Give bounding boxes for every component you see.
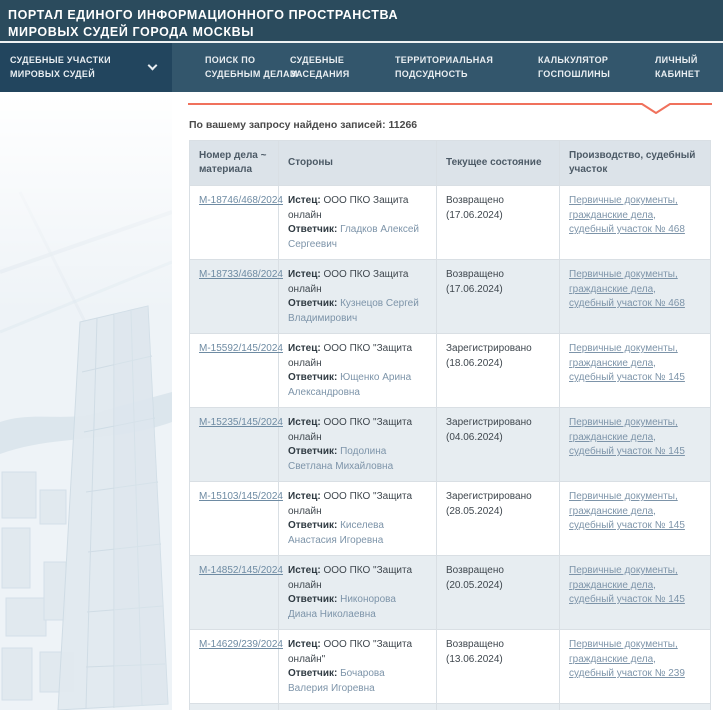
case-status: Зарегистрировано (04.06.2024) xyxy=(437,408,560,482)
case-status: Возвращено (24.04.2024) xyxy=(437,704,560,710)
party-plaintiff: Истец: ООО ПКО "Защита онлайн xyxy=(288,490,427,519)
column-header-case-number: Номер дела ~ материала xyxy=(190,141,279,186)
party-plaintiff: Истец: ООО ПКО Защита онлайн xyxy=(288,268,427,297)
column-header-status: Текущее состояние xyxy=(437,141,560,186)
city-photo-graphic xyxy=(0,92,172,710)
table-row: М-14629/239/2024 Истец: ООО ПКО "Защита … xyxy=(190,630,711,704)
production-link[interactable]: Первичные документы, гражданские дела, с… xyxy=(569,194,685,238)
nav-label-line: ТЕРРИТОРИАЛЬНАЯ xyxy=(395,54,538,68)
nav-label-line: ПОИСК ПО xyxy=(205,54,290,68)
table-row: М-15592/145/2024 Истец: ООО ПКО "Защита … xyxy=(190,334,711,408)
site-title-line1: ПОРТАЛ ЕДИНОГО ИНФОРМАЦИОННОГО ПРОСТРАНС… xyxy=(8,7,713,24)
case-number-link[interactable]: М-14629/239/2024 xyxy=(199,639,283,650)
city-aerial-photo xyxy=(0,92,172,710)
column-header-parties: Стороны xyxy=(279,141,437,186)
column-header-production: Производство, судебный участок xyxy=(560,141,711,186)
party-defendant: Ответчик: Киселева Анастасия Игоревна xyxy=(288,519,427,548)
production-link[interactable]: Первичные документы, гражданские дела, с… xyxy=(569,268,685,312)
nav-label-line: СУДЕБНЫМ ДЕЛАМ xyxy=(205,68,290,82)
party-defendant: Ответчик: Кузнецов Сергей Владимирович xyxy=(288,297,427,326)
body: По вашему запросу найдено записей: 11266… xyxy=(0,92,723,710)
production-link[interactable]: Первичные документы, гражданские дела, с… xyxy=(569,490,685,534)
table-row: М-14588/145/2024 Истец: ООО ПКО "Защита … xyxy=(190,704,711,710)
chevron-down-icon xyxy=(148,61,158,71)
party-defendant: Ответчик: Бочарова Валерия Игоревна xyxy=(288,667,427,696)
active-tab-indicator xyxy=(188,102,712,116)
case-number-link[interactable]: М-18746/468/2024 xyxy=(199,195,283,206)
party-defendant: Ответчик: Ющенко Арина Александровна xyxy=(288,371,427,400)
nav-item-court-sessions[interactable]: СУДЕБНЫЕ ЗАСЕДАНИЯ xyxy=(290,54,395,82)
table-row: М-18733/468/2024 Истец: ООО ПКО Защита о… xyxy=(190,260,711,334)
case-number-link[interactable]: М-18733/468/2024 xyxy=(199,269,283,280)
party-plaintiff: Истец: ООО ПКО Защита онлайн xyxy=(288,194,427,223)
page: ПОРТАЛ ЕДИНОГО ИНФОРМАЦИОННОГО ПРОСТРАНС… xyxy=(0,0,723,710)
nav-label-line: МИРОВЫХ СУДЕЙ xyxy=(10,68,111,82)
case-number-link[interactable]: М-15592/145/2024 xyxy=(199,343,283,354)
production-link[interactable]: Первичные документы, гражданские дела, с… xyxy=(569,564,685,608)
site-header: ПОРТАЛ ЕДИНОГО ИНФОРМАЦИОННОГО ПРОСТРАНС… xyxy=(0,0,723,41)
site-title: ПОРТАЛ ЕДИНОГО ИНФОРМАЦИОННОГО ПРОСТРАНС… xyxy=(8,7,713,40)
party-defendant: Ответчик: Гладков Алексей Сергеевич xyxy=(288,223,427,252)
party-plaintiff: Истец: ООО ПКО "Защита онлайн xyxy=(288,416,427,445)
production-link[interactable]: Первичные документы, гражданские дела, с… xyxy=(569,638,685,682)
nav-item-judicial-districts-label: СУДЕБНЫЕ УЧАСТКИ МИРОВЫХ СУДЕЙ xyxy=(10,54,111,82)
case-number-link[interactable]: М-14852/145/2024 xyxy=(199,565,283,576)
nav-label-line: ГОСПОШЛИНЫ xyxy=(538,68,655,82)
table-row: М-14852/145/2024 Истец: ООО ПКО "Защита … xyxy=(190,556,711,630)
party-plaintiff: Истец: ООО ПКО "Защита онлайн" xyxy=(288,638,427,667)
party-defendant: Ответчик: Подолина Светлана Михайловна xyxy=(288,445,427,474)
party-plaintiff: Истец: ООО ПКО "Защита онлайн xyxy=(288,564,427,593)
nav-label-line: ЛИЧНЫЙ xyxy=(655,54,723,68)
table-row: М-15235/145/2024 Истец: ООО ПКО "Защита … xyxy=(190,408,711,482)
nav-item-personal-account[interactable]: ЛИЧНЫЙ КАБИНЕТ xyxy=(655,54,723,82)
case-number-link[interactable]: М-15235/145/2024 xyxy=(199,417,283,428)
results-summary: По вашему запросу найдено записей: 11266 xyxy=(189,119,723,131)
case-status: Возвращено (13.06.2024) xyxy=(437,630,560,704)
case-status: Возвращено (20.05.2024) xyxy=(437,556,560,630)
party-plaintiff: Истец: ООО ПКО "Защита онлайн xyxy=(288,342,427,371)
nav-item-fee-calculator[interactable]: КАЛЬКУЛЯТОР ГОСПОШЛИНЫ xyxy=(538,54,655,82)
nav-label-line: КАЛЬКУЛЯТОР xyxy=(538,54,655,68)
results-summary-text: По вашему запросу найдено записей: xyxy=(189,119,389,131)
table-row: М-15103/145/2024 Истец: ООО ПКО "Защита … xyxy=(190,482,711,556)
nav-item-territorial-jurisdiction[interactable]: ТЕРРИТОРИАЛЬНАЯ ПОДСУДНОСТЬ xyxy=(395,54,538,82)
case-status: Зарегистрировано (18.06.2024) xyxy=(437,334,560,408)
content: По вашему запросу найдено записей: 11266… xyxy=(172,92,723,710)
nav-item-case-search[interactable]: ПОИСК ПО СУДЕБНЫМ ДЕЛАМ xyxy=(205,54,290,82)
results-table: Номер дела ~ материала Стороны Текущее с… xyxy=(189,140,711,710)
nav-label-line: СУДЕБНЫЕ УЧАСТКИ xyxy=(10,54,111,68)
results-table-head: Номер дела ~ материала Стороны Текущее с… xyxy=(190,141,711,186)
nav-label-line: ЗАСЕДАНИЯ xyxy=(290,68,395,82)
results-table-body: М-18746/468/2024 Истец: ООО ПКО Защита о… xyxy=(190,186,711,710)
results-count: 11266 xyxy=(389,119,418,131)
nav-label-line: СУДЕБНЫЕ xyxy=(290,54,395,68)
main-nav: СУДЕБНЫЕ УЧАСТКИ МИРОВЫХ СУДЕЙ ПОИСК ПО … xyxy=(0,43,723,92)
header-row: Номер дела ~ материала Стороны Текущее с… xyxy=(190,141,711,186)
site-title-line2: МИРОВЫХ СУДЕЙ ГОРОДА МОСКВЫ xyxy=(8,24,713,41)
production-link[interactable]: Первичные документы, гражданские дела, с… xyxy=(569,416,685,460)
party-defendant: Ответчик: Никонорова Диана Николаевна xyxy=(288,593,427,622)
table-row: М-18746/468/2024 Истец: ООО ПКО Защита о… xyxy=(190,186,711,260)
nav-label-line: КАБИНЕТ xyxy=(655,68,723,82)
case-status: Зарегистрировано (28.05.2024) xyxy=(437,482,560,556)
case-number-link[interactable]: М-15103/145/2024 xyxy=(199,491,283,502)
nav-label-line: ПОДСУДНОСТЬ xyxy=(395,68,538,82)
nav-item-judicial-districts[interactable]: СУДЕБНЫЕ УЧАСТКИ МИРОВЫХ СУДЕЙ xyxy=(0,43,172,92)
case-status: Возвращено (17.06.2024) xyxy=(437,260,560,334)
nav-items: ПОИСК ПО СУДЕБНЫМ ДЕЛАМ СУДЕБНЫЕ ЗАСЕДАН… xyxy=(172,43,723,92)
case-status: Возвращено (17.06.2024) xyxy=(437,186,560,260)
production-link[interactable]: Первичные документы, гражданские дела, с… xyxy=(569,342,685,386)
